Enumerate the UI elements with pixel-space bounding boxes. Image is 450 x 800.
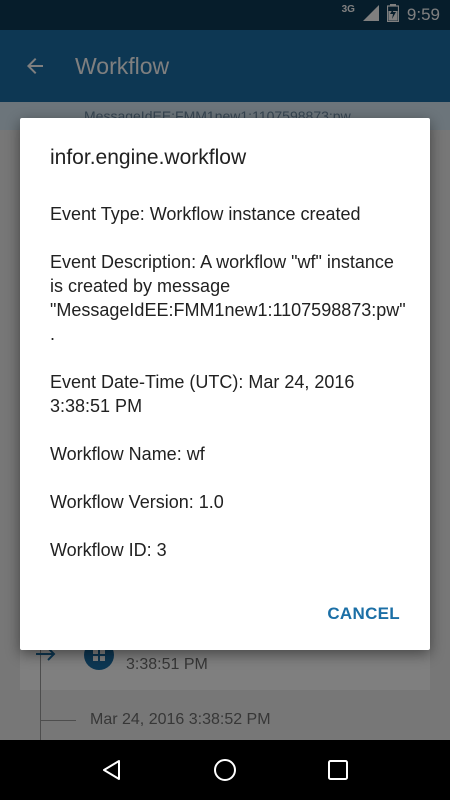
event-type: Event Type: Workflow instance created bbox=[50, 204, 361, 224]
workflow-name: Workflow Name: wf bbox=[50, 444, 205, 464]
circle-home-icon bbox=[213, 759, 236, 781]
nav-back-button[interactable] bbox=[92, 750, 132, 790]
triangle-back-icon bbox=[102, 760, 120, 780]
workflow-version: Workflow Version: 1.0 bbox=[50, 492, 224, 512]
system-nav-bar bbox=[0, 740, 450, 800]
nav-home-button[interactable] bbox=[205, 750, 245, 790]
workflow-id: Workflow ID: 3 bbox=[50, 540, 167, 560]
event-datetime: Event Date-Time (UTC): Mar 24, 2016 3:38… bbox=[50, 372, 355, 416]
cancel-button[interactable]: CANCEL bbox=[327, 604, 400, 624]
square-recents-icon bbox=[328, 760, 349, 780]
nav-recents-button[interactable] bbox=[318, 750, 358, 790]
event-description: Event Description: A workflow "wf" insta… bbox=[50, 252, 406, 344]
dialog-title: infor.engine.workflow bbox=[50, 146, 247, 169]
event-details-dialog: infor.engine.workflow Event Type: Workfl… bbox=[20, 118, 430, 650]
dialog-body: Event Type: Workflow instance created Ev… bbox=[50, 202, 406, 586]
